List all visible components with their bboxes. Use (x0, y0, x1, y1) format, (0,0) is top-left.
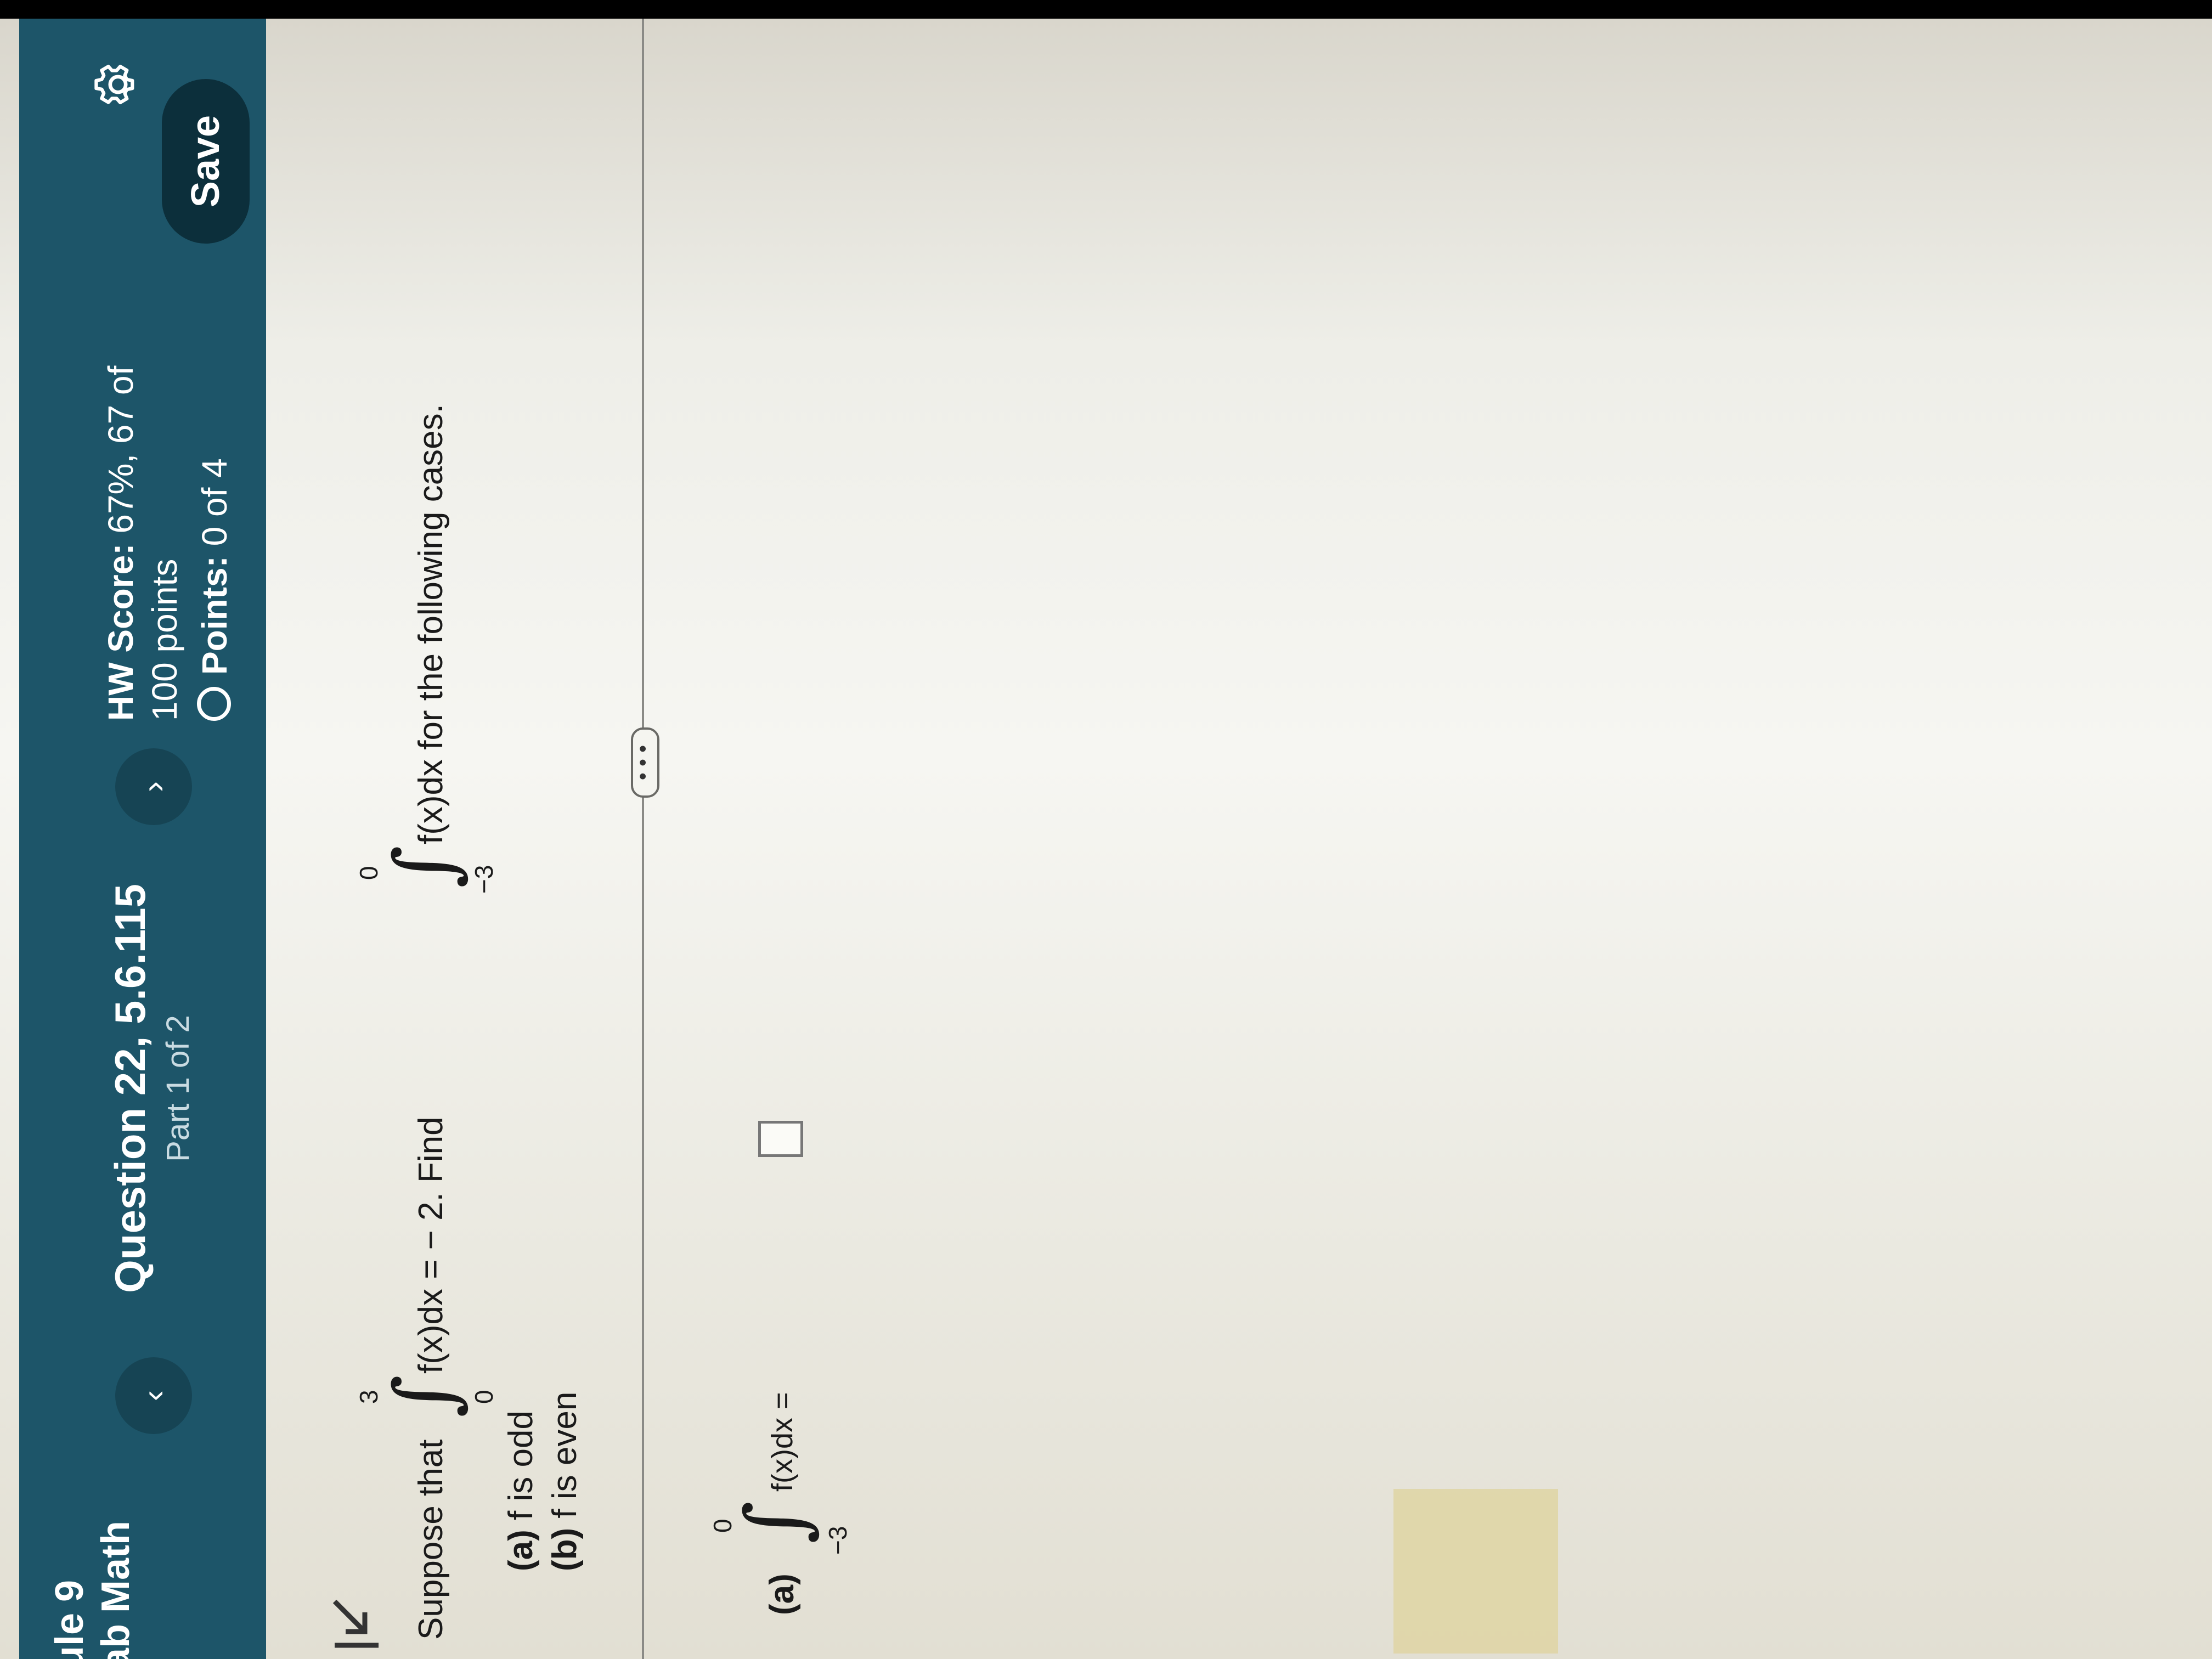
expand-more-button[interactable]: • • • (631, 727, 659, 798)
chevron-right-icon: › (135, 781, 172, 792)
header-bar: ule 9 ab Math ‹ Question 22, 5.6.115 Par… (19, 19, 266, 1659)
hw-points-total: 100 points (145, 558, 184, 721)
app-screen: ule 9 ab Math ‹ Question 22, 5.6.115 Par… (0, 19, 2212, 1659)
hw-score-label: HW Score: (101, 543, 140, 721)
gear-icon[interactable] (91, 57, 145, 112)
score-info: HW Score: 67%, 67 of 100 points Points: … (99, 227, 239, 721)
case-label: (a) (502, 1530, 540, 1571)
integral-2-lower-limit: −3 (470, 865, 498, 894)
case-list: (a) f is odd (b) f is even (499, 1392, 587, 1571)
integral-sign: ∫ (377, 1374, 473, 1418)
question-part: Part 1 of 2 (160, 1015, 196, 1162)
answer-expression: f(x)dx = (766, 1392, 799, 1492)
hw-score: HW Score: 67%, 67 of (99, 227, 143, 721)
section-divider (642, 19, 644, 1659)
integral-1-lower-limit: 0 (470, 1390, 498, 1404)
case-text: f is even (546, 1391, 584, 1519)
previous-question-button[interactable]: ‹ (115, 1357, 192, 1434)
question-title: Question 22, 5.6.115 (106, 884, 154, 1293)
problem-prefix: Suppose that (412, 1439, 450, 1640)
points-label: Points: (195, 556, 234, 675)
integral-2-expression: f(x)dx for the following cases. (412, 404, 450, 844)
answer-part-label: (a) (763, 1573, 801, 1615)
answer-row: (a) 0 ∫ −3 f(x)dx = (708, 902, 867, 1615)
case-label: (b) (546, 1527, 584, 1571)
answer-lower-limit: −3 (823, 1526, 852, 1555)
question-points: Points: 0 of 4 (190, 227, 239, 721)
save-button[interactable]: Save (162, 79, 250, 244)
integral-sign: ∫ (729, 1500, 824, 1544)
points-status-circle-icon (197, 687, 231, 721)
points-value: 0 of 4 (195, 458, 234, 546)
integral-1-expression: f(x)dx = − 2. Find (412, 1116, 450, 1374)
case-text: f is odd (502, 1410, 540, 1520)
case-item: (a) f is odd (499, 1392, 543, 1571)
question-info: Question 22, 5.6.115 Part 1 of 2 (104, 842, 200, 1335)
case-item: (b) f is even (543, 1392, 587, 1571)
course-title: ule 9 ab Math (47, 1472, 139, 1659)
integral-sign: ∫ (377, 845, 473, 888)
course-title-line-1: ule 9 (48, 1579, 92, 1659)
next-question-button[interactable]: › (115, 748, 192, 825)
highlight-panel (1393, 1489, 1558, 1654)
hw-score-value: 67%, 67 of (101, 365, 140, 534)
chevron-left-icon: ‹ (135, 1390, 172, 1401)
problem-statement: Suppose that 3 ∫ 0 f(x)dx = − 2. Find 0 … (354, 323, 505, 1640)
answer-input[interactable] (758, 1121, 803, 1157)
course-title-line-2: ab Math (94, 1520, 138, 1659)
